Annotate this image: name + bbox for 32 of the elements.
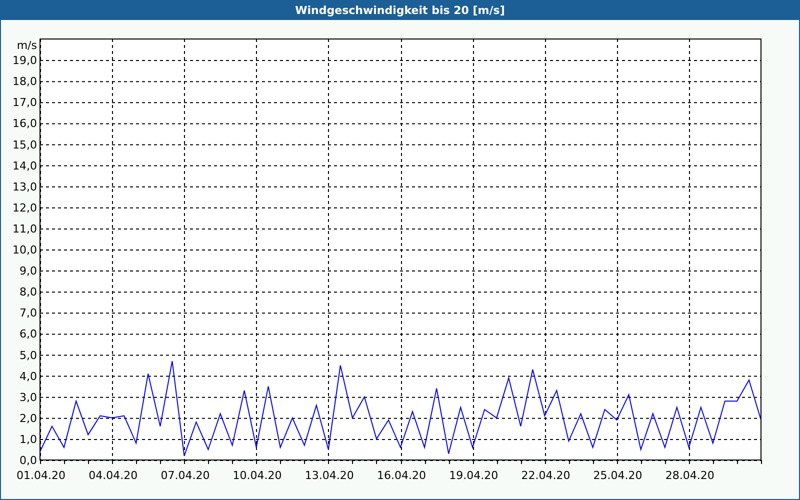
- y-tick-label: 6,0: [20, 328, 37, 341]
- x-tick-label: 10.04.20: [232, 469, 282, 482]
- x-tick-label: 25.04.20: [593, 469, 642, 482]
- x-tick-label: 04.04.20: [88, 469, 138, 482]
- window-title: Windgeschwindigkeit bis 20 [m/s]: [1, 0, 799, 20]
- y-tick-label: 5,0: [20, 348, 37, 362]
- y-tick-label: 11,0: [12, 222, 37, 236]
- y-tick-label: 0,0: [20, 454, 37, 467]
- y-tick-label: 13,0: [12, 180, 37, 194]
- y-tick-label: 4,0: [20, 370, 37, 383]
- x-tick-label: 22.04.20: [521, 469, 570, 482]
- y-tick-label: 10,0: [12, 244, 37, 256]
- y-tick-label: 18,0: [12, 75, 37, 88]
- x-tick-label: 19.04.20: [449, 469, 498, 482]
- y-tick-label: 2,0: [20, 412, 37, 425]
- y-axis-label: m/s: [16, 39, 37, 52]
- y-tick-label: 14,0: [12, 159, 37, 172]
- x-tick-label: 01.04.20: [16, 469, 66, 482]
- x-tick-label: 07.04.20: [160, 469, 210, 482]
- y-tick-label: 1,0: [20, 432, 37, 446]
- y-tick-label: 9,0: [20, 264, 37, 278]
- y-tick-label: 15,0: [12, 138, 37, 152]
- x-tick-label: 13.04.20: [304, 469, 354, 482]
- y-tick-label: 19,0: [12, 54, 37, 68]
- y-tick-label: 16,0: [12, 117, 37, 130]
- y-tick-label: 7,0: [20, 306, 37, 320]
- x-tick-label: 28.04.20: [665, 469, 714, 482]
- y-tick-label: 12,0: [12, 201, 37, 214]
- y-tick-label: 3,0: [20, 390, 37, 404]
- y-tick-label: 17,0: [12, 96, 37, 110]
- x-tick-label: 16.04.20: [377, 469, 426, 482]
- y-tick-label: 8,0: [20, 286, 37, 299]
